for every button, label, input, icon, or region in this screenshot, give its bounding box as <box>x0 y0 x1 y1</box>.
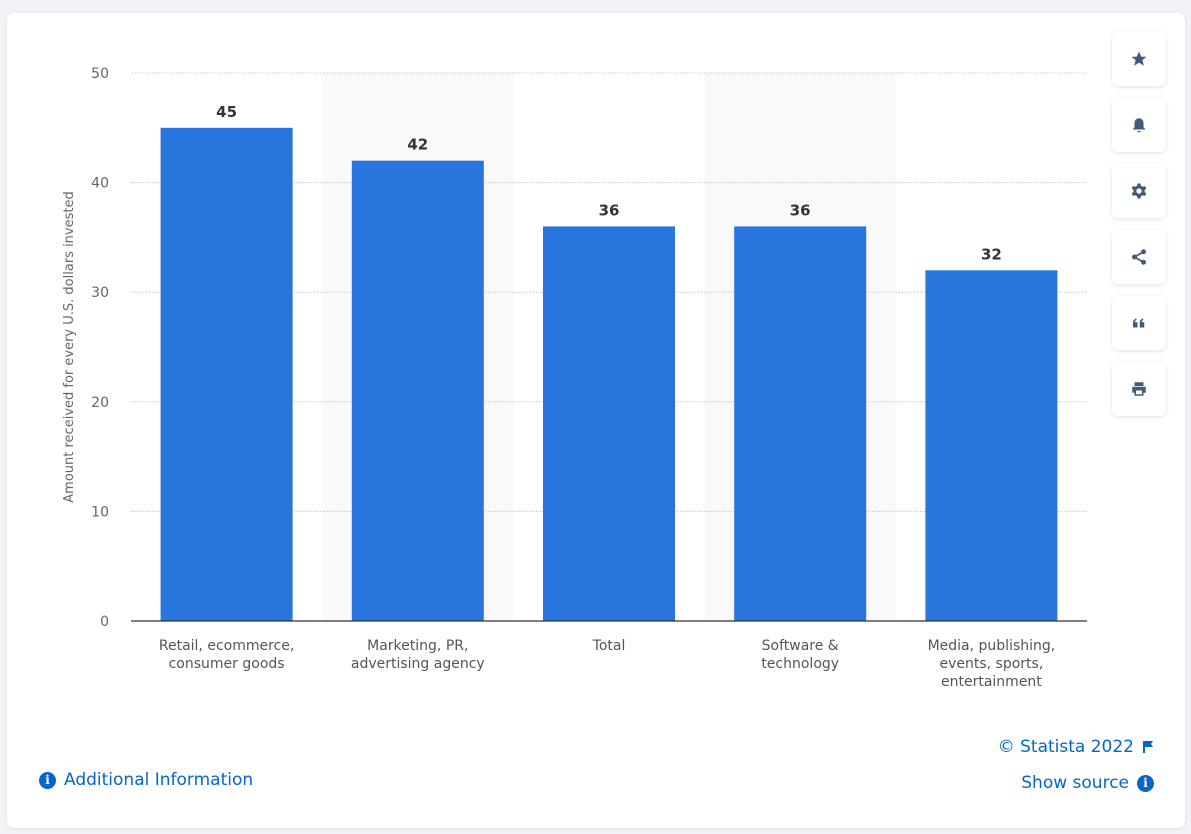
show-source-label: Show source <box>1021 773 1129 793</box>
cite-button[interactable] <box>1112 296 1166 350</box>
print-button[interactable] <box>1112 362 1166 416</box>
bar <box>160 127 293 622</box>
bell-icon <box>1133 118 1145 133</box>
toolbar <box>1112 32 1166 428</box>
x-tick-label-line: Retail, ecommerce, <box>159 638 294 654</box>
x-tick-label-line: entertainment <box>941 674 1042 690</box>
x-tick-label-line: Total <box>592 638 626 654</box>
data-label: 45 <box>216 103 237 121</box>
y-tick-label: 50 <box>91 66 109 82</box>
y-tick-label: 0 <box>100 614 109 630</box>
x-tick-label-line: advertising agency <box>351 656 485 672</box>
info-icon: i <box>1137 774 1154 792</box>
notification-button[interactable] <box>1112 98 1166 152</box>
y-tick-label: 30 <box>91 285 109 301</box>
data-label: 42 <box>407 136 428 154</box>
copyright-label: © Statista 2022 <box>997 737 1134 757</box>
additional-information-link[interactable]: i Additional Information <box>39 770 253 790</box>
settings-button[interactable] <box>1112 164 1166 218</box>
star-icon <box>1131 51 1147 66</box>
data-label: 32 <box>981 245 1002 263</box>
y-tick-label: 10 <box>91 504 109 520</box>
x-tick-label: Total <box>592 638 626 654</box>
y-axis-label: Amount received for every U.S. dollars i… <box>62 191 77 502</box>
share-icon <box>1132 249 1146 265</box>
bar <box>543 226 675 621</box>
x-tick-label: Media, publishing, events, sports, enterta… <box>928 638 1056 690</box>
data-label: 36 <box>599 201 620 219</box>
y-tick-label: 40 <box>91 176 109 192</box>
flag-icon <box>1143 741 1153 753</box>
quote-icon <box>1133 318 1145 328</box>
show-source-link[interactable]: Show source i <box>1021 773 1154 793</box>
x-tick-label: Software & technology <box>761 638 839 672</box>
x-tick-label-line: events, sports, <box>939 656 1043 672</box>
bar-chart: 0 10 20 30 40 50 45 42 36 36 32 Retail, ecommerce… <box>62 66 1087 690</box>
x-tick-label-line: technology <box>761 656 839 672</box>
statista-copyright-link[interactable]: © Statista 2022 <box>998 737 1154 757</box>
x-tick-label-line: Media, publishing, <box>928 638 1056 654</box>
x-tick-label: Marketing, PR, advertising agency <box>351 638 485 672</box>
gear-icon <box>1131 183 1147 199</box>
y-tick-label: 20 <box>91 395 109 411</box>
data-label: 36 <box>790 201 811 219</box>
bar <box>351 160 484 621</box>
bar <box>734 226 867 621</box>
additional-information-label: Additional Information <box>64 770 254 790</box>
info-icon: i <box>39 771 56 789</box>
x-tick-label: Retail, ecommerce, consumer goods <box>159 638 294 672</box>
favorite-button[interactable] <box>1112 32 1166 86</box>
bar <box>925 270 1058 621</box>
x-tick-label-line: Software & <box>762 638 839 654</box>
print-icon <box>1132 382 1146 396</box>
share-button[interactable] <box>1112 230 1166 284</box>
x-tick-label-line: consumer goods <box>169 656 285 672</box>
x-tick-label-line: Marketing, PR, <box>367 638 468 654</box>
